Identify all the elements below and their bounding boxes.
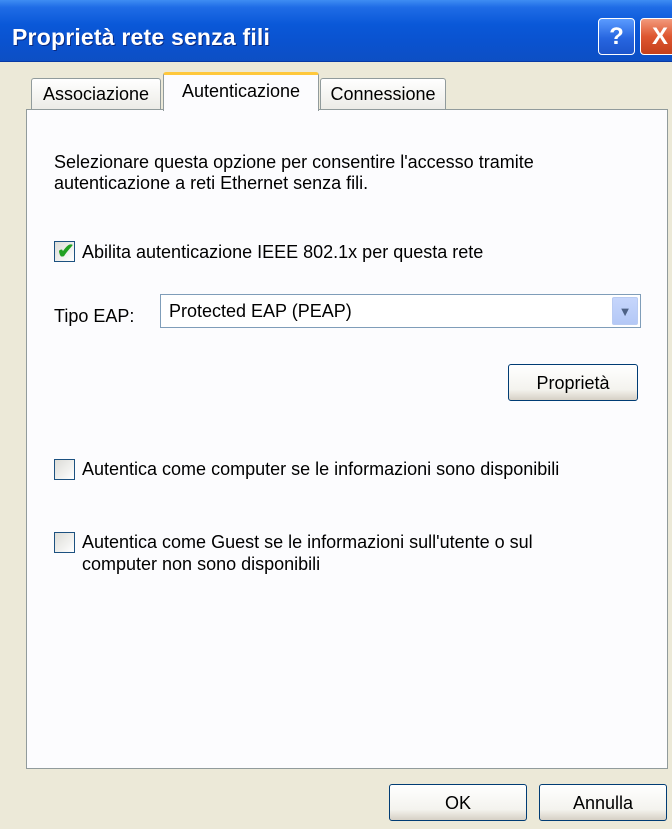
close-icon[interactable]: X bbox=[640, 18, 672, 55]
tab-connessione[interactable]: Connessione bbox=[320, 78, 446, 110]
dialog-window: Proprietà rete senza fili ? X Associazio… bbox=[0, 0, 672, 829]
help-icon[interactable]: ? bbox=[598, 18, 635, 55]
auth-as-guest-label-line2[interactable]: computer non sono disponibili bbox=[82, 554, 320, 575]
check-icon: ✔ bbox=[57, 240, 75, 263]
auth-as-guest-checkbox[interactable] bbox=[54, 532, 75, 553]
auth-as-computer-checkbox[interactable] bbox=[54, 459, 75, 480]
chevron-down-icon[interactable]: ▼ bbox=[612, 297, 638, 325]
eap-type-label: Tipo EAP: bbox=[54, 306, 135, 326]
enable-8021x-label[interactable]: Abilita autenticazione IEEE 802.1x per q… bbox=[82, 242, 483, 263]
ok-button[interactable]: OK bbox=[389, 784, 527, 821]
properties-button[interactable]: Proprietà bbox=[508, 364, 638, 401]
auth-as-computer-label[interactable]: Autentica come computer se le informazio… bbox=[82, 459, 559, 480]
window-title: Proprietà rete senza fili bbox=[12, 24, 271, 50]
eap-type-select[interactable]: Protected EAP (PEAP) ▼ bbox=[160, 294, 641, 328]
title-bar[interactable]: Proprietà rete senza fili ? X bbox=[0, 0, 672, 62]
tab-panel bbox=[26, 109, 668, 769]
auth-as-guest-label-line1[interactable]: Autentica come Guest se le informazioni … bbox=[82, 532, 533, 553]
eap-type-value: Protected EAP (PEAP) bbox=[169, 301, 352, 321]
enable-8021x-checkbox[interactable]: ✔ bbox=[54, 240, 75, 263]
cancel-button[interactable]: Annulla bbox=[539, 784, 667, 821]
tab-autenticazione[interactable]: Autenticazione bbox=[163, 72, 319, 111]
tab-associazione[interactable]: Associazione bbox=[31, 78, 161, 110]
auth-description: Selezionare questa opzione per consentir… bbox=[54, 152, 534, 193]
